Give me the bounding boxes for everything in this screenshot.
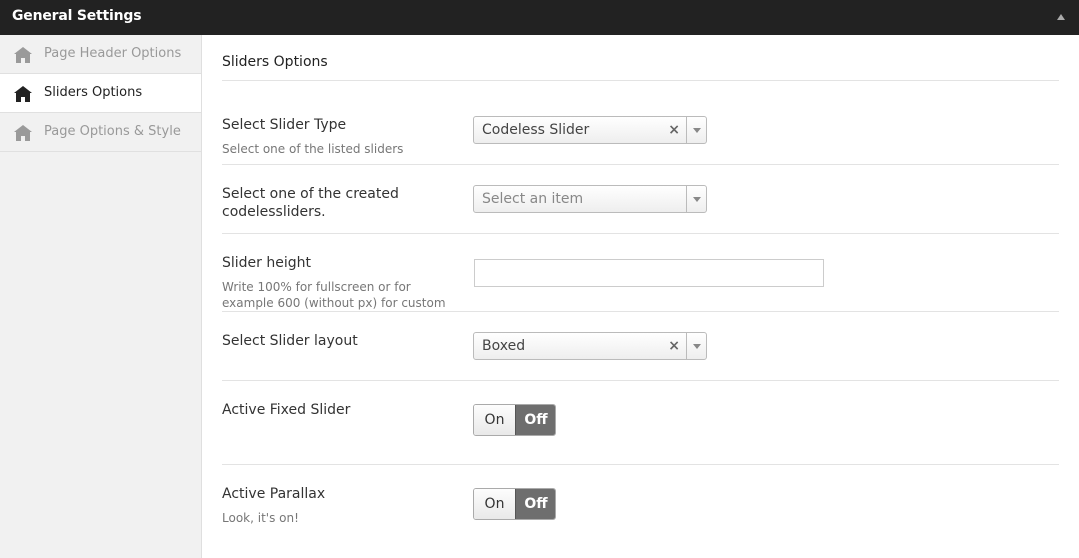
home-icon xyxy=(14,86,32,102)
section-title: Sliders Options xyxy=(222,54,328,70)
sidebar: Page Header Options Sliders Options Page… xyxy=(0,35,202,558)
divider xyxy=(222,80,1059,81)
settings-header: General Settings xyxy=(0,0,1079,35)
toggle-on-option[interactable]: On xyxy=(474,489,515,519)
slider-height-input[interactable] xyxy=(474,259,824,287)
slider-height-label: Slider height xyxy=(222,255,311,271)
parallax-desc: Look, it's on! xyxy=(222,511,299,525)
sidebar-item-page-header-options[interactable]: Page Header Options xyxy=(0,35,201,74)
divider xyxy=(222,380,1059,381)
slider-type-label: Select Slider Type xyxy=(222,117,347,133)
sidebar-item-sliders-options[interactable]: Sliders Options xyxy=(0,74,201,113)
slider-layout-value: Boxed xyxy=(482,338,526,354)
slider-type-desc: Select one of the listed sliders xyxy=(222,142,404,156)
chevron-down-icon[interactable] xyxy=(686,333,706,359)
page-title: General Settings xyxy=(12,8,142,24)
codeless-slider-select[interactable]: Select an item xyxy=(473,185,707,213)
divider xyxy=(222,464,1059,465)
chevron-down-icon[interactable] xyxy=(686,186,706,212)
codeless-slider-label-line1: Select one of the created xyxy=(222,186,399,202)
home-icon xyxy=(14,125,32,141)
toggle-off-option[interactable]: Off xyxy=(515,405,555,435)
toggle-off-option[interactable]: Off xyxy=(515,489,555,519)
parallax-label: Active Parallax xyxy=(222,486,326,502)
clear-icon[interactable]: × xyxy=(668,122,680,138)
collapse-icon[interactable] xyxy=(1057,14,1065,20)
chevron-down-icon[interactable] xyxy=(686,117,706,143)
slider-layout-select[interactable]: Boxed × xyxy=(473,332,707,360)
clear-icon[interactable]: × xyxy=(668,338,680,354)
parallax-toggle[interactable]: On Off xyxy=(473,488,556,520)
fixed-slider-toggle[interactable]: On Off xyxy=(473,404,556,436)
sidebar-item-label: Page Header Options xyxy=(44,46,182,61)
divider xyxy=(222,164,1059,165)
divider xyxy=(222,233,1059,234)
codeless-slider-placeholder: Select an item xyxy=(482,191,584,207)
sidebar-item-label: Sliders Options xyxy=(44,85,143,100)
toggle-on-option[interactable]: On xyxy=(474,405,515,435)
sidebar-item-page-options-style[interactable]: Page Options & Style xyxy=(0,113,201,152)
slider-height-desc-line2: example 600 (without px) for custom xyxy=(222,296,446,310)
slider-type-select[interactable]: Codeless Slider × xyxy=(473,116,707,144)
codeless-slider-label-line2: codelessliders. xyxy=(222,204,326,220)
fixed-slider-label: Active Fixed Slider xyxy=(222,402,351,418)
slider-type-value: Codeless Slider xyxy=(482,122,590,138)
home-icon xyxy=(14,47,32,63)
divider xyxy=(222,311,1059,312)
slider-layout-label: Select Slider layout xyxy=(222,333,358,349)
slider-height-desc-line1: Write 100% for fullscreen or for xyxy=(222,280,411,294)
sidebar-item-label: Page Options & Style xyxy=(44,124,181,139)
